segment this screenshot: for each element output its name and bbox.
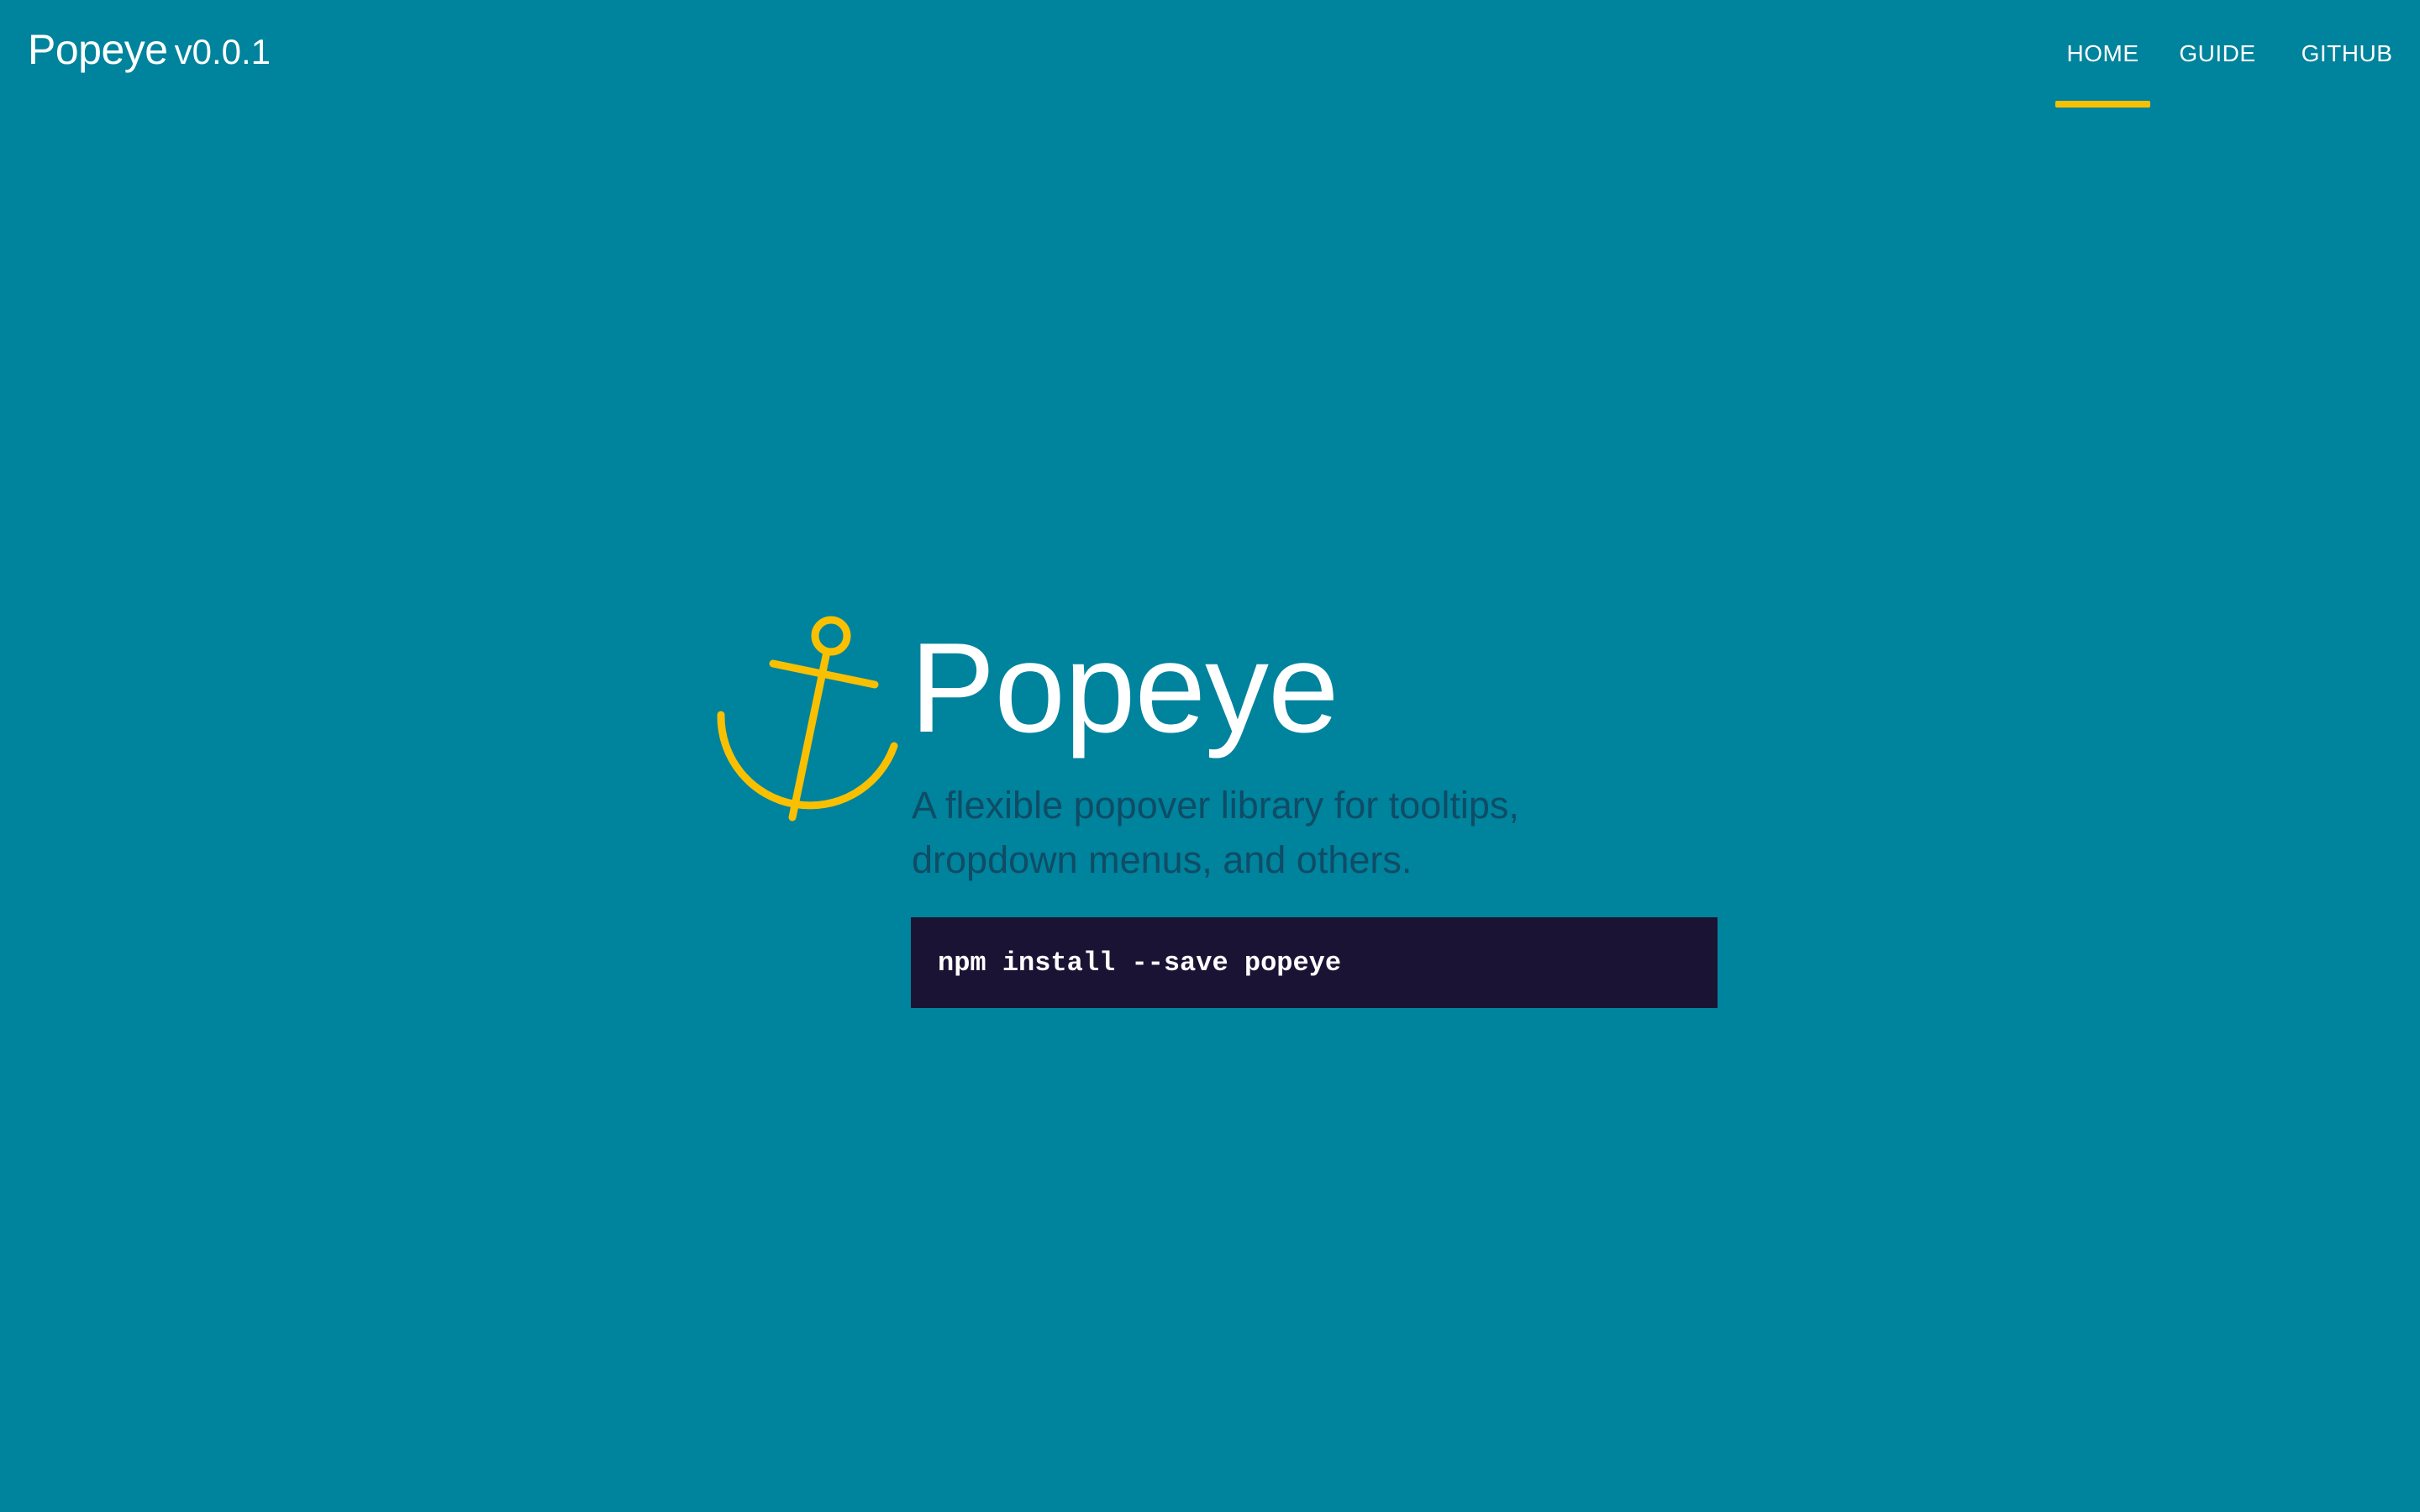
nav-home-label: HOME bbox=[2066, 40, 2139, 66]
hero-tagline: A flexible popover library for tooltips,… bbox=[912, 784, 1519, 881]
brand-version: v0.0.1 bbox=[174, 32, 271, 71]
nav-github[interactable]: GITHUB bbox=[2297, 0, 2396, 108]
main-nav: HOME GUIDE GITHUB bbox=[2055, 0, 2420, 109]
nav-active-indicator bbox=[2055, 101, 2150, 108]
nav-home[interactable]: HOME bbox=[2055, 0, 2150, 108]
brand-link[interactable]: Popeye v0.0.1 bbox=[28, 25, 271, 74]
nav-guide-label: GUIDE bbox=[2179, 40, 2256, 66]
brand-name: Popeye bbox=[28, 26, 168, 73]
hero-title: Popeye bbox=[910, 617, 1339, 759]
nav-github-label: GITHUB bbox=[2301, 40, 2393, 66]
nav-guide[interactable]: GUIDE bbox=[2175, 0, 2260, 108]
anchor-icon bbox=[717, 616, 898, 822]
install-code-block: npm install --save popeye bbox=[911, 917, 1718, 1008]
install-command[interactable]: npm install --save popeye bbox=[938, 948, 1341, 979]
page: Popeye v0.0.1 HOME GUIDE GITHUB Popeye A… bbox=[0, 0, 2420, 1512]
hero: Popeye A flexible popover library for to… bbox=[713, 610, 1721, 1013]
